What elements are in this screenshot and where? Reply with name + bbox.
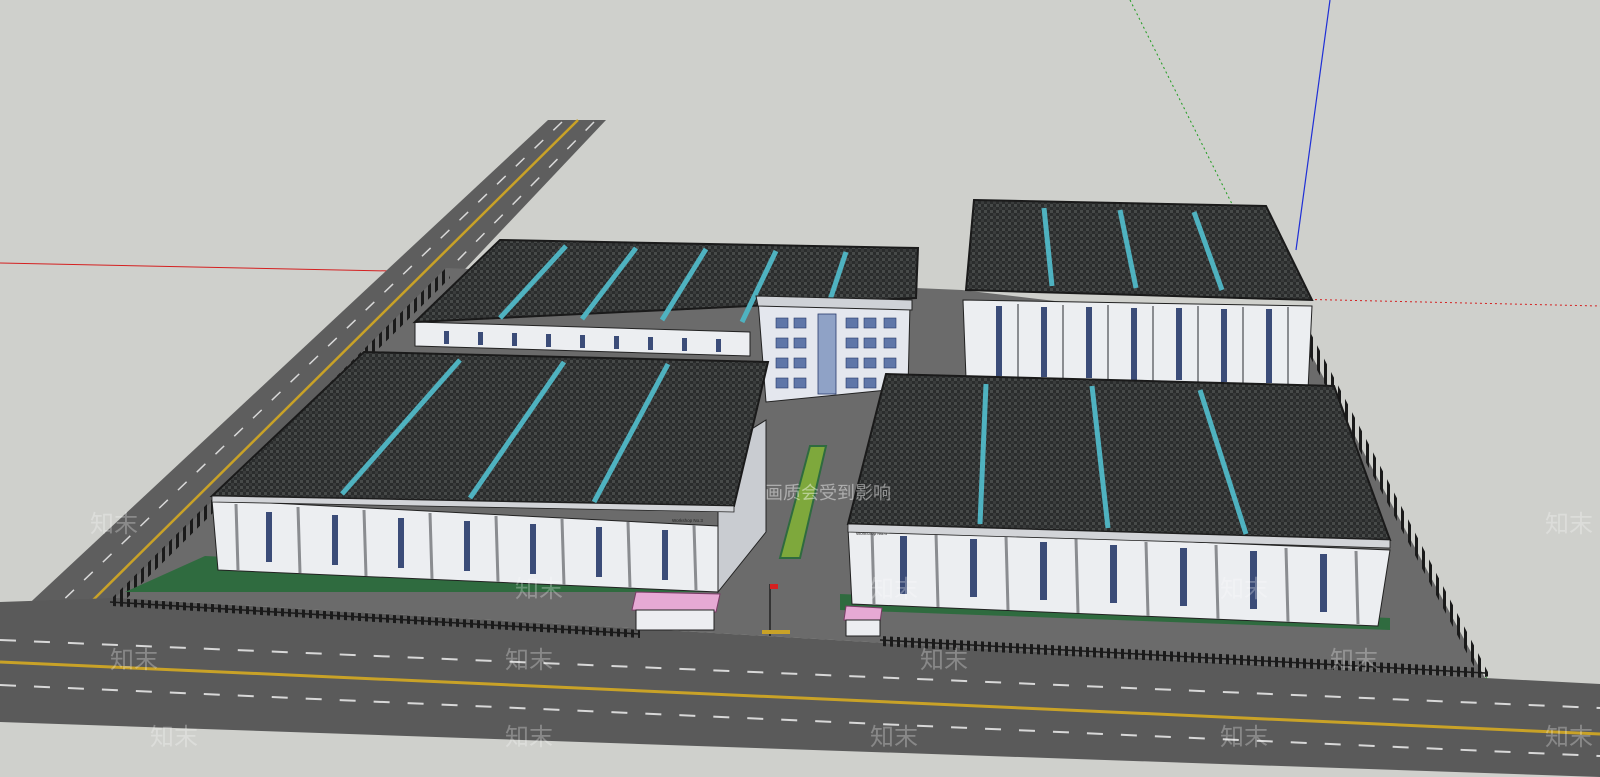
svg-text:知末: 知末 bbox=[1330, 646, 1378, 674]
workshop-2-roof bbox=[964, 198, 1314, 302]
svg-text:知末: 知末 bbox=[870, 723, 918, 751]
svg-text:知末: 知末 bbox=[150, 723, 198, 751]
workshop-4-roof bbox=[846, 372, 1392, 542]
gate-barrier bbox=[762, 630, 790, 634]
office-stair-glazing bbox=[817, 313, 837, 395]
svg-text:知末: 知末 bbox=[515, 575, 563, 603]
svg-text:画质会受到影响: 画质会受到影响 bbox=[765, 483, 891, 504]
model-scene[interactable]: Workshop No.3 Workshop No.4 画质会受到影响 知末 知… bbox=[0, 0, 1600, 777]
svg-text:知末: 知末 bbox=[505, 723, 553, 751]
svg-text:知末: 知末 bbox=[920, 646, 968, 674]
sketchup-viewport[interactable]: Workshop No.3 Workshop No.4 画质会受到影响 知末 知… bbox=[0, 0, 1600, 777]
svg-text:知末: 知末 bbox=[1545, 510, 1593, 538]
svg-text:知末: 知末 bbox=[90, 510, 138, 538]
gate-house-left bbox=[635, 609, 715, 631]
flag bbox=[770, 584, 778, 589]
gate-canopy-left bbox=[631, 591, 721, 613]
svg-text:知末: 知末 bbox=[870, 575, 918, 603]
svg-text:知末: 知末 bbox=[505, 646, 553, 674]
workshop-3-sign: Workshop No.3 bbox=[672, 518, 703, 523]
gate-house-right bbox=[845, 619, 881, 637]
svg-text:知末: 知末 bbox=[110, 646, 158, 674]
workshop-4[interactable]: Workshop No.4 bbox=[846, 372, 1392, 627]
svg-text:知末: 知末 bbox=[1545, 723, 1593, 751]
svg-text:知末: 知末 bbox=[1220, 575, 1268, 603]
svg-text:知末: 知末 bbox=[1220, 723, 1268, 751]
